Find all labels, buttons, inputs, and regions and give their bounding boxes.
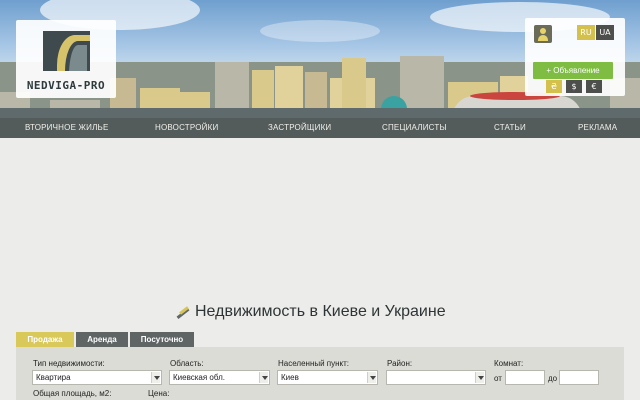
district-select[interactable] (386, 370, 486, 385)
nav-item-specialists[interactable]: СПЕЦИАЛИСТЫ (382, 118, 447, 138)
region-value: Киевская обл. (173, 373, 225, 382)
city-select[interactable]: Киев (277, 370, 378, 385)
currency-usd-button[interactable]: $ (566, 80, 582, 93)
cloud-decoration (260, 20, 380, 42)
rooms-from-input[interactable] (505, 370, 545, 385)
road-strip (0, 108, 640, 118)
lang-ua-button[interactable]: UA (596, 25, 614, 40)
district-label: Район: (387, 359, 413, 368)
price-label: Цена: (148, 389, 170, 398)
rooms-from-label: от (494, 374, 502, 383)
rooms-label: Комнат: (494, 359, 524, 368)
pencil-icon (176, 306, 190, 318)
rooms-to-label: до (548, 374, 558, 383)
chevron-down-icon (151, 372, 160, 383)
property-type-label: Тип недвижимости: (33, 359, 105, 368)
page-title: Недвижимость в Киеве и Украине (195, 303, 446, 320)
tab-sale[interactable]: Продажа (16, 332, 74, 347)
nav-item-advertising[interactable]: РЕКЛАМА (578, 118, 617, 138)
property-type-select[interactable]: Квартира (32, 370, 162, 385)
nav-item-new-buildings[interactable]: НОВОСТРОЙКИ (155, 118, 218, 138)
chevron-down-icon (475, 372, 484, 383)
chevron-down-icon (259, 372, 268, 383)
add-listing-button[interactable]: + Объявление (533, 62, 613, 79)
property-type-value: Квартира (36, 373, 71, 382)
nav-item-developers[interactable]: ЗАСТРОЙЩИКИ (268, 118, 331, 138)
tab-rent[interactable]: Аренда (76, 332, 128, 347)
region-label: Область: (170, 359, 204, 368)
logo-mark-icon (43, 31, 90, 71)
chevron-down-icon (367, 372, 376, 383)
account-panel: RU UA + Объявление ₴ $ € (525, 18, 625, 96)
logo-text: NEDVIGA-PRO (26, 79, 106, 92)
rooms-to-input[interactable] (559, 370, 599, 385)
city-label: Населенный пункт: (278, 359, 350, 368)
main-nav: ВТОРИЧНОЕ ЖИЛЬЕ НОВОСТРОЙКИ ЗАСТРОЙЩИКИ … (0, 118, 640, 138)
lang-ru-button[interactable]: RU (577, 25, 595, 40)
nav-item-articles[interactable]: СТАТЬИ (494, 118, 526, 138)
region-select[interactable]: Киевская обл. (169, 370, 270, 385)
user-icon[interactable] (534, 25, 552, 43)
currency-uah-button[interactable]: ₴ (546, 80, 562, 93)
site-logo[interactable]: NEDVIGA-PRO (16, 20, 116, 98)
city-value: Киев (281, 373, 299, 382)
currency-eur-button[interactable]: € (586, 80, 602, 93)
tab-daily[interactable]: Посуточно (130, 332, 194, 347)
area-label: Общая площадь, м2: (33, 389, 112, 398)
nav-item-secondary-housing[interactable]: ВТОРИЧНОЕ ЖИЛЬЕ (25, 118, 109, 138)
